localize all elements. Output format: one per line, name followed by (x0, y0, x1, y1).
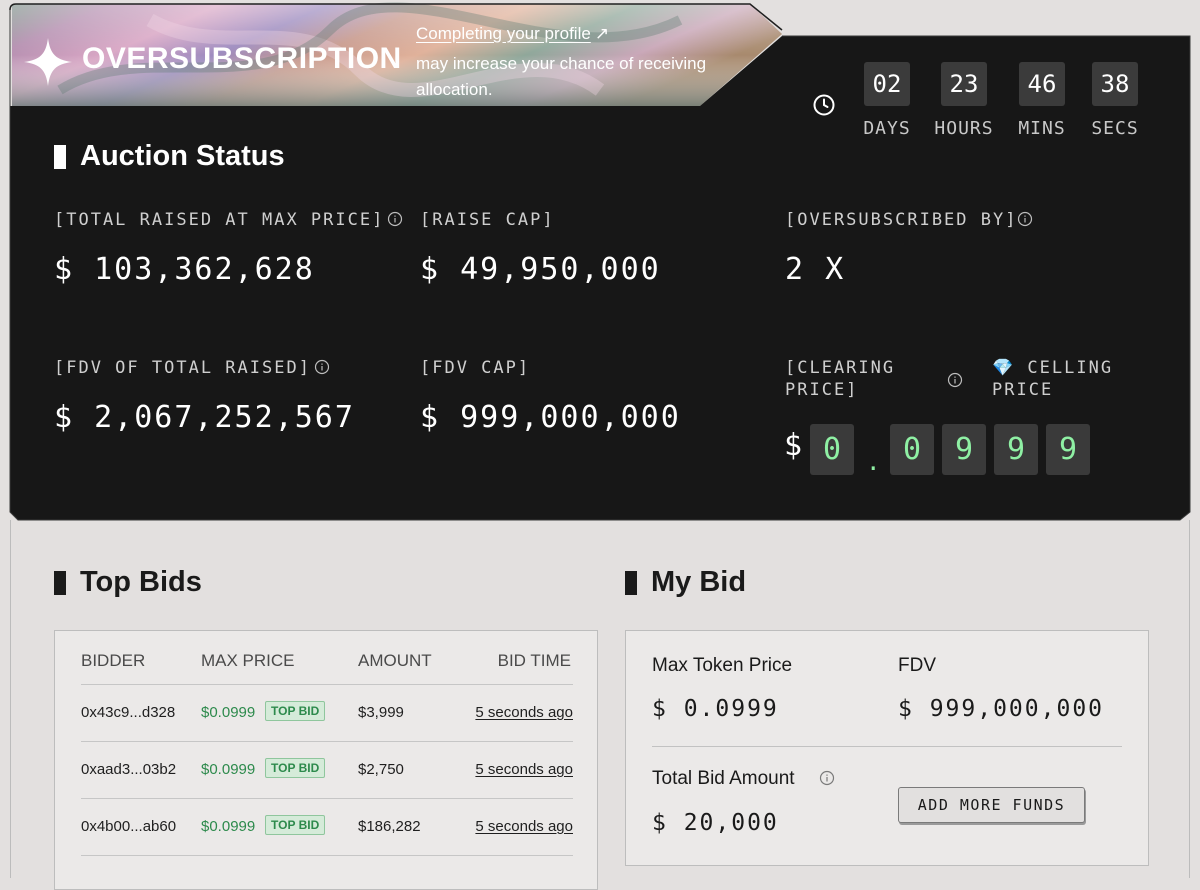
clearing-price-digit: 9 (942, 424, 986, 475)
card-divider (652, 746, 1122, 747)
table-row: 0xaad3...03b2 $0.0999 TOP BID $2,750 5 s… (81, 741, 573, 799)
auction-status-title: Auction Status (80, 140, 285, 172)
heading-bar (54, 144, 66, 169)
raise-cap-label: [RAISE CAP] (420, 210, 555, 230)
top-bid-badge: TOP BID (265, 758, 326, 778)
info-icon[interactable] (947, 372, 963, 388)
table-row: 0x43c9...d328 $0.0999 TOP BID $3,999 5 s… (81, 684, 573, 742)
column-header-max-price: MAX PRICE (201, 651, 295, 670)
clearing-price-digit: 0 (810, 424, 854, 475)
clearing-price-digit: 9 (1046, 424, 1090, 475)
ceiling-price-label-line2: PRICE (992, 380, 1054, 400)
auction-status-panel: OVERSUBSCRIPTION Completing your profile… (0, 0, 1200, 530)
column-header-bid-time: BID TIME (497, 651, 571, 670)
table-row: 0x4b00...ab60 $0.0999 TOP BID $186,282 5… (81, 798, 573, 856)
fdv-cap-label: [FDV CAP] (420, 358, 531, 378)
fdv-label: FDV (898, 655, 936, 676)
bid-time-link[interactable]: 5 seconds ago (475, 704, 573, 721)
fdv-cap-value: $ 999,000,000 (420, 400, 681, 435)
top-bids-title: Top Bids (80, 566, 202, 598)
add-more-funds-button[interactable]: ADD MORE FUNDS (898, 787, 1085, 823)
bid-time-link[interactable]: 5 seconds ago (475, 818, 573, 835)
ceiling-price-label-line1: CELLING (1027, 358, 1114, 378)
info-icon[interactable] (1017, 211, 1033, 227)
my-bid-card: Max Token Price $ 0.0999 FDV $ 999,000,0… (625, 630, 1149, 866)
top-bids-table: BIDDER MAX PRICE AMOUNT BID TIME 0x43c9.… (54, 630, 598, 890)
countdown-hours-label: HOURS (934, 118, 994, 139)
diamond-icon: 💎 (992, 358, 1016, 378)
bidder-address: 0x4b00...ab60 (81, 818, 177, 835)
bid-max-price: $0.0999 (201, 704, 256, 721)
total-raised-value: $ 103,362,628 (54, 252, 315, 287)
sparkle-icon (24, 38, 72, 86)
bid-amount: $3,999 (358, 704, 404, 721)
ceiling-price-label: 💎 CELLING PRICE (992, 357, 1113, 401)
total-raised-label: [TOTAL RAISED AT MAX PRICE] (54, 210, 385, 230)
external-arrow-icon: ↗ (594, 24, 610, 43)
top-bid-badge: TOP BID (265, 815, 326, 835)
oversubscribed-value: 2 X (785, 252, 846, 287)
bidder-address: 0xaad3...03b2 (81, 761, 177, 778)
clearing-price-label: [CLEARING PRICE] (785, 357, 895, 401)
fdv-total-label: [FDV OF TOTAL RAISED] (54, 358, 311, 378)
bid-amount: $186,282 (358, 818, 421, 835)
max-token-price-value: $ 0.0999 (652, 696, 779, 722)
info-icon[interactable] (314, 359, 330, 375)
heading-bar (625, 570, 637, 595)
clearing-price-currency: $ (784, 428, 803, 463)
total-bid-amount-value: $ 20,000 (652, 810, 779, 836)
top-bids-heading: Top Bids (54, 566, 202, 599)
countdown-secs-value: 38 (1092, 62, 1138, 106)
clearing-price-decimal: . (866, 448, 881, 476)
clearing-price-label-line1: [CLEARING (785, 358, 896, 378)
auction-status-heading: Auction Status (54, 140, 285, 173)
max-token-price-label: Max Token Price (652, 655, 793, 676)
my-bid-heading: My Bid (625, 566, 746, 599)
bid-max-price: $0.0999 (201, 761, 256, 778)
countdown-mins-value: 46 (1019, 62, 1065, 106)
total-bid-amount-label: Total Bid Amount (652, 768, 795, 789)
my-bid-title: My Bid (651, 566, 747, 598)
fdv-total-value: $ 2,067,252,567 (54, 400, 355, 435)
heading-bar (54, 570, 66, 595)
oversubscribed-label: [OVERSUBSCRIBED BY] (785, 210, 1018, 230)
frame-line-right (1189, 520, 1190, 878)
info-icon[interactable] (819, 770, 835, 786)
clock-icon (813, 94, 835, 116)
table-row-partial (81, 855, 573, 889)
complete-profile-link-text[interactable]: Completing your profile (416, 24, 591, 43)
frame-line-left (10, 520, 11, 878)
clearing-price-digit: 0 (890, 424, 934, 475)
clearing-price-digit: 9 (994, 424, 1038, 475)
complete-profile-link[interactable]: Completing your profile ↗ (416, 24, 609, 44)
countdown-days-value: 02 (864, 62, 910, 106)
fdv-value: $ 999,000,000 (898, 696, 1105, 722)
bid-time-link[interactable]: 5 seconds ago (475, 761, 573, 778)
clearing-price-label-line2: PRICE] (785, 380, 859, 400)
bid-max-price: $0.0999 (201, 818, 256, 835)
column-header-amount: AMOUNT (358, 651, 432, 670)
countdown-mins-label: MINS (1018, 118, 1066, 139)
countdown-days-label: DAYS (863, 118, 911, 139)
raise-cap-value: $ 49,950,000 (420, 252, 661, 287)
bidder-address: 0x43c9...d328 (81, 704, 176, 721)
info-icon[interactable] (387, 211, 403, 227)
countdown-hours-value: 23 (941, 62, 987, 106)
countdown-secs-label: SECS (1091, 118, 1139, 139)
banner-title: OVERSUBSCRIPTION (82, 42, 402, 75)
bid-amount: $2,750 (358, 761, 404, 778)
column-header-bidder: BIDDER (81, 651, 146, 670)
banner-subtitle: may increase your chance of receiving al… (416, 54, 707, 99)
top-bid-badge: TOP BID (265, 701, 326, 721)
